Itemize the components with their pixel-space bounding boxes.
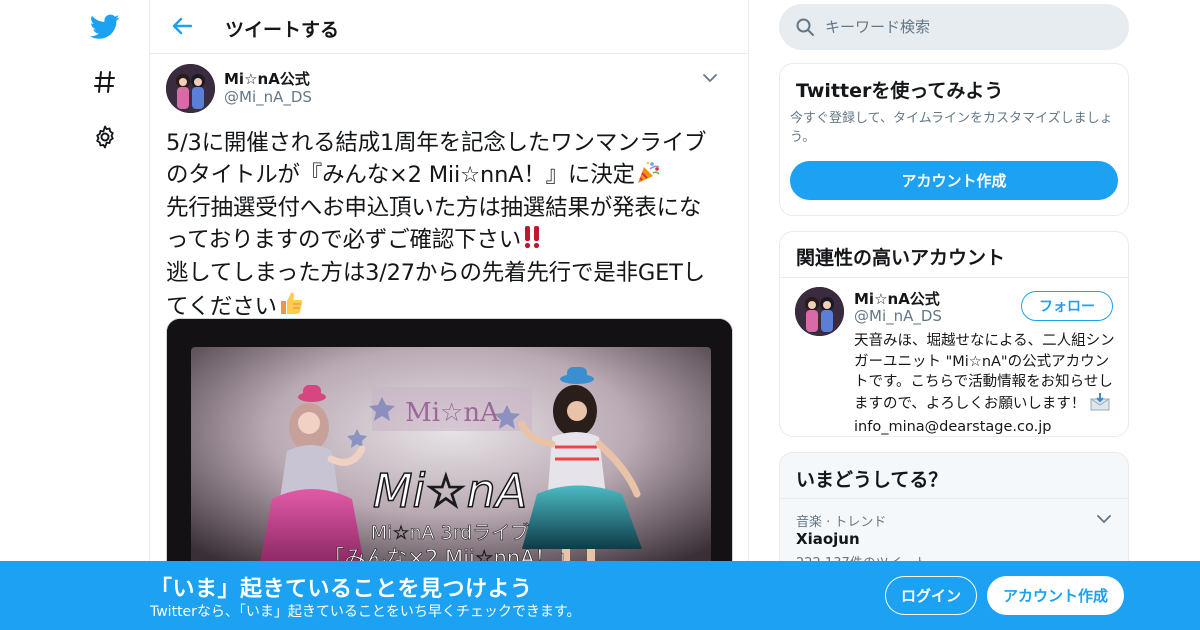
double-exclamation-icon (521, 224, 543, 259)
media-logo-text: Mi☆nA (373, 464, 527, 518)
back-arrow-icon[interactable] (168, 12, 196, 40)
page-title: ツイートする (225, 19, 340, 41)
party-popper-icon (635, 159, 661, 194)
login-button[interactable]: ログイン (885, 576, 977, 615)
main-column: ツイートする Mi☆nA公式 @Mi_nA_DS 5/3に開催される結成1周年を… (149, 0, 749, 630)
tweet-media-image[interactable]: Mi☆nA Mi☆nA Mi☆nA 3rdライブ 「みんな×2 Mii☆nnA！… (166, 318, 733, 578)
gear-icon[interactable] (85, 117, 125, 157)
twitter-bird-icon[interactable] (85, 7, 125, 47)
signup-card-description: 今すぐ登録して、タイムラインをカスタマイズしましょう。 (790, 111, 1113, 145)
tweet-line: っておりますので必ずご確認下さい (166, 224, 732, 259)
related-card-title: 関連性の高いアカウント (796, 247, 1006, 269)
tweet-line: 5/3に開催される結成1周年を記念したワンマンライブ (166, 130, 707, 156)
bottom-bar-title: 「いま」起きていることを見つけよう (150, 577, 533, 602)
tweet-text: 5/3に開催される結成1周年を記念したワンマンライブ のタイトルが『みんな×2 … (166, 128, 732, 325)
avatar[interactable] (795, 287, 844, 336)
media-caption-line1: Mi☆nA 3rdライブ (371, 521, 529, 544)
search-bar[interactable] (779, 4, 1129, 50)
envelope-arrow-icon (1090, 392, 1110, 418)
stage-banner-text: Mi☆nA (405, 398, 500, 428)
chevron-down-icon[interactable] (1094, 509, 1114, 529)
left-nav (85, 0, 125, 630)
author-name[interactable]: Mi☆nA公式 (224, 68, 310, 89)
signup-card: Twitterを使ってみよう 今すぐ登録して、タイムラインをカスタマイズしましょ… (779, 63, 1129, 216)
signup-card-title: Twitterを使ってみよう (796, 80, 1004, 102)
search-icon (795, 17, 815, 37)
related-accounts-card: 関連性の高いアカウント Mi☆nA公式 @Mi_nA_DS フォロー 天音みほ、… (779, 231, 1129, 437)
follow-button[interactable]: フォロー (1021, 291, 1113, 321)
page-header: ツイートする (150, 0, 748, 54)
trends-card-title: いまどうしてる？ (796, 469, 948, 491)
signup-button[interactable]: アカウント作成 (987, 576, 1124, 615)
bottom-bar-subtitle: Twitterなら、「いま」起きていることをいち早くチェックできます。 (150, 604, 581, 620)
hashtag-icon[interactable] (85, 62, 125, 102)
related-account-handle[interactable]: @Mi_nA_DS (854, 307, 942, 325)
tweet-author: Mi☆nA公式 @Mi_nA_DS (166, 54, 732, 122)
author-handle[interactable]: @Mi_nA_DS (224, 88, 312, 106)
tweet-line: 逃してしまった方は3/27からの先着先行で是非GETし (166, 260, 705, 286)
tweet-line: のタイトルが『みんな×2 Mii☆nnA！』に決定 (166, 159, 732, 194)
avatar[interactable] (166, 64, 215, 113)
bottom-signup-bar: 「いま」起きていることを見つけよう Twitterなら、「いま」起きていることを… (0, 561, 1200, 630)
divider (780, 498, 1128, 499)
tweet-line: 先行抽選受付へお申込頂いた方は抽選結果が発表にな (166, 195, 702, 221)
trend-item[interactable]: Xiaojun (796, 530, 860, 548)
divider (780, 277, 1128, 278)
create-account-button[interactable]: アカウント作成 (790, 161, 1118, 200)
search-input[interactable] (825, 12, 1105, 42)
trend-context: 音楽 · トレンド (796, 515, 887, 530)
chevron-down-icon[interactable] (700, 68, 720, 88)
tweet: Mi☆nA公式 @Mi_nA_DS 5/3に開催される結成1周年を記念したワンマ… (150, 54, 748, 325)
related-account-bio: 天音みほ、堀越せなによる、二人組シンガーユニット "Mi☆nA"の公式アカウント… (854, 333, 1115, 435)
related-account-name[interactable]: Mi☆nA公式 (854, 288, 940, 309)
